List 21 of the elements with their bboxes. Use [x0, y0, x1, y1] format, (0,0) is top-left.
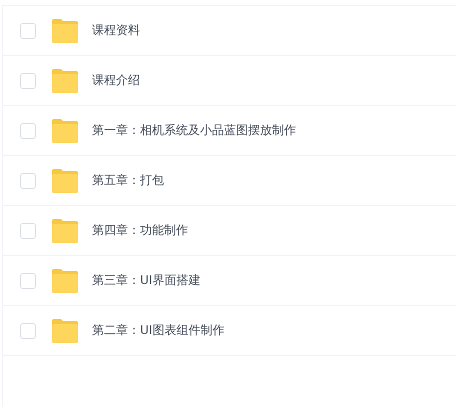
checkbox[interactable] [20, 272, 36, 288]
checkbox[interactable] [20, 172, 36, 188]
folder-name: 课程资料 [92, 22, 140, 39]
folder-icon [51, 168, 79, 192]
checkbox[interactable] [20, 122, 36, 138]
checkbox[interactable] [20, 222, 36, 238]
folder-name: 课程介绍 [92, 72, 140, 89]
folder-name: 第四章：功能制作 [92, 222, 188, 239]
folder-name: 第三章：UI界面搭建 [92, 272, 200, 289]
folder-icon [51, 68, 79, 92]
folder-icon [51, 218, 79, 242]
checkbox[interactable] [20, 322, 36, 338]
checkbox[interactable] [20, 72, 36, 88]
folder-name: 第五章：打包 [92, 172, 164, 189]
folder-icon [51, 118, 79, 142]
checkbox[interactable] [20, 22, 36, 38]
folder-name: 第一章：相机系统及小品蓝图摆放制作 [92, 122, 296, 139]
folder-icon [51, 268, 79, 292]
folder-icon [51, 18, 79, 42]
folder-icon [51, 318, 79, 342]
folder-name: 第二章：UI图表组件制作 [92, 322, 224, 339]
